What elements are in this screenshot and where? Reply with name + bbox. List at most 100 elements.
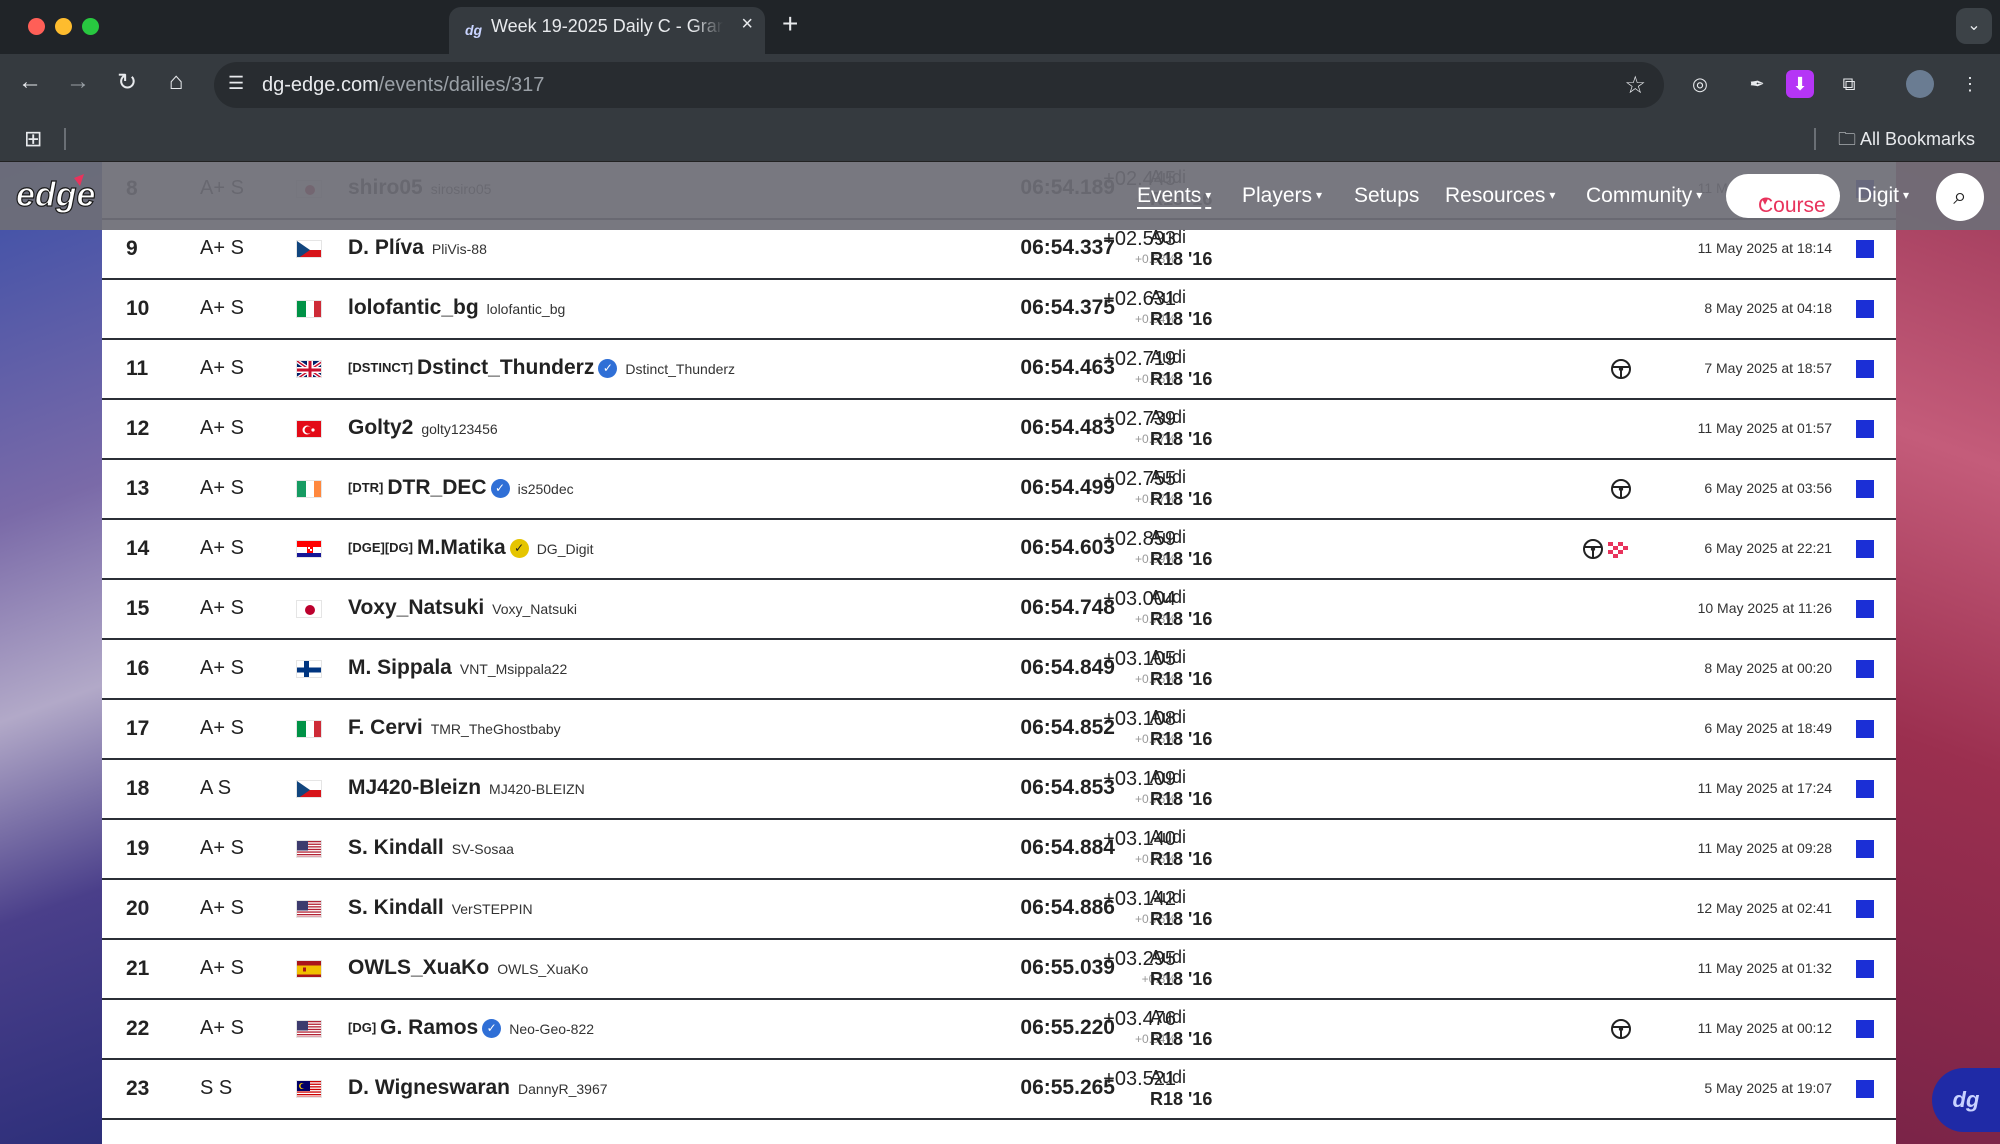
player-class: A+ S	[200, 717, 244, 739]
table-row[interactable]: 22 A+ S [DG] G. Ramos ✓ Neo-Geo-822 06:55.2…	[102, 1000, 1896, 1060]
table-row[interactable]: 23 S S D. Wigneswaran DannyR_3967 06:55.2…	[102, 1060, 1896, 1120]
nav-course-button[interactable]: Course ▾	[1726, 174, 1840, 218]
tab-search-menu-button[interactable]: ⌄	[1956, 8, 1992, 44]
star-icon[interactable]: ☆	[1624, 71, 1646, 100]
site-info-icon[interactable]: ☰	[228, 73, 244, 94]
more-icon[interactable]: ⋮	[1956, 70, 1984, 98]
player-name[interactable]: S. Kindall	[348, 836, 444, 859]
player-name[interactable]: F. Cervi	[348, 716, 423, 739]
extension-location-icon[interactable]: ◎	[1686, 70, 1714, 98]
nav-resources[interactable]: Resources ▾	[1445, 184, 1555, 208]
player-name[interactable]: OWLS_XuaKo	[348, 956, 489, 979]
search-icon[interactable]: ⌕	[1936, 173, 1984, 221]
country-flag-icon	[296, 660, 322, 678]
player-cell: S. Kindall SV-Sosaa	[348, 836, 514, 860]
psn-username: Voxy_Natsuki	[492, 601, 577, 617]
back-icon[interactable]: ←	[14, 68, 46, 96]
player-class: A+ S	[200, 957, 244, 979]
submission-date: 5 May 2025 at 19:07	[1704, 1080, 1832, 1096]
profile-avatar[interactable]	[1906, 70, 1934, 98]
car-model: R18 '16	[1150, 669, 1213, 689]
team-tag: [DTR]	[348, 480, 384, 495]
table-row[interactable]: 21 A+ S OWLS_XuaKo OWLS_XuaKo 06:55.039 +…	[102, 940, 1896, 1000]
car-cell: Audi R18 '16	[1150, 707, 1212, 750]
table-row[interactable]: 15 A+ S Voxy_Natsuki Voxy_Natsuki 06:54.7…	[102, 580, 1896, 640]
submission-date: 11 May 2025 at 09:28	[1697, 840, 1832, 856]
nav-community[interactable]: Community ▾	[1586, 184, 1702, 208]
psn-username: OWLS_XuaKo	[497, 961, 589, 977]
player-name[interactable]: D. Wigneswaran	[348, 1076, 510, 1099]
extensions-icon[interactable]: ⧉	[1835, 70, 1863, 98]
floating-logo-button[interactable]: dg	[1932, 1068, 2000, 1132]
table-row[interactable]: 17 A+ S F. Cervi TMR_TheGhostbaby 06:54.8…	[102, 700, 1896, 760]
forward-icon[interactable]: →	[62, 68, 94, 96]
table-row[interactable]: 18 A S MJ420-Bleizn MJ420-BLEIZN 06:54.85…	[102, 760, 1896, 820]
table-row[interactable]: 20 A+ S S. Kindall VerSTEPPIN 06:54.886 +…	[102, 880, 1896, 940]
nav-events[interactable]: Events ▾	[1137, 184, 1211, 208]
psn-username: Dstinct_Thunderz	[625, 361, 736, 377]
country-flag-icon	[296, 600, 322, 618]
position-rank: 19	[126, 837, 150, 860]
new-tab-button[interactable]: +	[782, 8, 798, 40]
nav-user-digit[interactable]: Digit ▾	[1857, 184, 1909, 208]
player-name[interactable]: Golty2	[348, 416, 413, 439]
car-make: Audi	[1150, 527, 1187, 547]
nav-players[interactable]: Players ▾	[1242, 184, 1322, 208]
player-name[interactable]: MJ420-Bleizn	[348, 776, 481, 799]
extension-pen-icon[interactable]: ✒	[1743, 70, 1771, 98]
table-row[interactable]: 12 A+ S Golty2 golty123456 06:54.483 +02.…	[102, 400, 1896, 460]
edge-logo[interactable]: edge	[14, 172, 130, 216]
maximize-window-button[interactable]	[82, 18, 99, 35]
car-make: Audi	[1150, 707, 1187, 727]
player-name[interactable]: DTR_DEC	[387, 476, 486, 499]
player-cell: MJ420-Bleizn MJ420-BLEIZN	[348, 776, 585, 800]
car-model: R18 '16	[1150, 1089, 1213, 1109]
car-model: R18 '16	[1150, 429, 1213, 449]
browser-tab[interactable]: dg Week 19-2025 Daily C - Gran ×	[449, 7, 765, 54]
table-row[interactable]: 13 A+ S [DTR] DTR_DEC ✓ is250dec 06:54.499 …	[102, 460, 1896, 520]
player-class: S S	[200, 1077, 233, 1099]
close-window-button[interactable]	[28, 18, 45, 35]
psn-username: TMR_TheGhostbaby	[430, 721, 561, 737]
car-model: R18 '16	[1150, 969, 1213, 989]
home-icon[interactable]: ⌂	[160, 68, 192, 96]
steering-wheel-icon	[1610, 358, 1632, 380]
player-name[interactable]: Voxy_Natsuki	[348, 596, 484, 619]
player-cell: Voxy_Natsuki Voxy_Natsuki	[348, 596, 577, 620]
table-row[interactable]: 16 A+ S M. Sippala VNT_Msippala22 06:54.8…	[102, 640, 1896, 700]
tab-close-icon[interactable]: ×	[741, 13, 753, 36]
region-badge-icon	[1856, 1080, 1874, 1098]
submission-date: 7 May 2025 at 18:57	[1704, 360, 1832, 376]
table-row[interactable]: 11 A+ S [DSTINCT] Dstinct_Thunderz ✓ Dstinc…	[102, 340, 1896, 400]
table-row[interactable]: 14 A+ S [DGE][DG] M.Matika ✓ DG_Digit 06:54…	[102, 520, 1896, 580]
extension-download-icon[interactable]: ⬇	[1786, 70, 1814, 98]
position-rank: 17	[126, 717, 150, 740]
player-name[interactable]: lolofantic_bg	[348, 296, 479, 319]
player-class: A+ S	[200, 237, 244, 259]
car-cell: Audi R18 '16	[1150, 587, 1212, 630]
player-name[interactable]: G. Ramos	[380, 1016, 478, 1039]
table-row[interactable]: 10 A+ S lolofantic_bg lolofantic_bg 06:54…	[102, 280, 1896, 340]
table-row[interactable]: 19 A+ S S. Kindall SV-Sosaa 06:54.884 +03…	[102, 820, 1896, 880]
position-rank: 13	[126, 477, 150, 500]
address-bar[interactable]: ☰ dg-edge.com/events/dailies/317 ☆	[214, 62, 1664, 108]
reload-icon[interactable]: ↻	[111, 68, 143, 97]
player-cell: F. Cervi TMR_TheGhostbaby	[348, 716, 561, 740]
position-rank: 18	[126, 777, 150, 800]
player-cell: D. Wigneswaran DannyR_3967	[348, 1076, 608, 1100]
player-class: A+ S	[200, 1017, 244, 1039]
steering-wheel-icon	[1610, 478, 1632, 500]
minimize-window-button[interactable]	[55, 18, 72, 35]
nav-setups[interactable]: Setups	[1354, 184, 1419, 208]
player-name[interactable]: M. Sippala	[348, 656, 452, 679]
player-name[interactable]: M.Matika	[417, 536, 506, 559]
psn-username: VNT_Msippala22	[459, 661, 568, 677]
player-class: A+ S	[200, 837, 244, 859]
player-name[interactable]: D. Plíva	[348, 236, 424, 259]
browser-toolbar: ← → ↻ ⌂ ☰ dg-edge.com/events/dailies/317…	[0, 54, 2000, 116]
all-bookmarks-link[interactable]: 🗀 All Bookmarks	[1838, 127, 1975, 157]
player-name[interactable]: S. Kindall	[348, 896, 444, 919]
player-name[interactable]: Dstinct_Thunderz	[417, 356, 594, 379]
browser-tab-strip: dg Week 19-2025 Daily C - Gran × + ⌄	[0, 0, 2000, 54]
apps-icon[interactable]: ⊞	[24, 126, 42, 152]
